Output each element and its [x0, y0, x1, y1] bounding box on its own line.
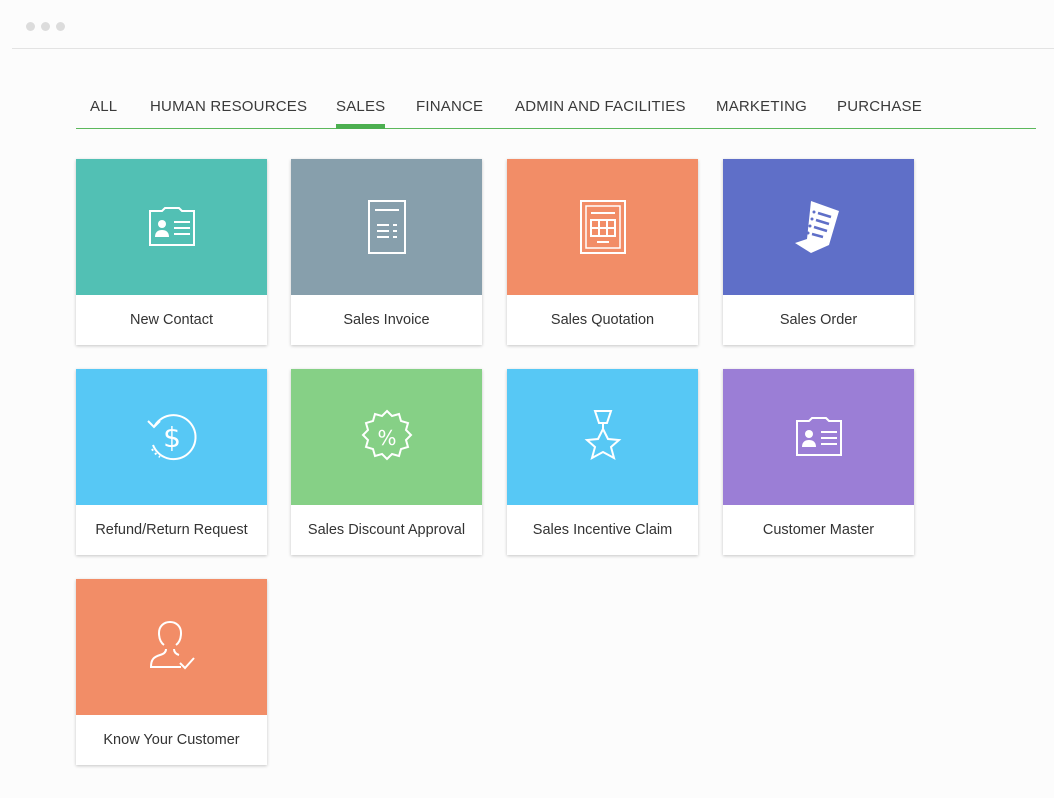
card-tile: $: [76, 369, 267, 505]
app-card-new-contact[interactable]: New Contact: [76, 159, 267, 345]
app-card-refund-return-request[interactable]: $ Refund/Return Request: [76, 369, 267, 555]
card-tile: [507, 369, 698, 505]
discount-badge-icon: %: [361, 409, 412, 461]
card-label: Sales Order: [779, 312, 858, 328]
app-card-sales-quotation[interactable]: Sales Quotation: [507, 159, 698, 345]
user-check-icon: [149, 620, 195, 670]
tab-purchase[interactable]: PURCHASE: [837, 96, 922, 128]
card-tile: [76, 159, 267, 295]
refund-dollar-icon: $: [146, 414, 197, 461]
window-dot-close[interactable]: [26, 22, 35, 31]
card-tile: %: [291, 369, 482, 505]
contact-card-icon: [148, 207, 195, 246]
tab-admin-and-facilities[interactable]: ADMIN AND FACILITIES: [515, 96, 686, 128]
card-tile: [723, 369, 914, 505]
card-label: Sales Quotation: [550, 312, 655, 328]
category-tabs: ALL HUMAN RESOURCES SALES FINANCE ADMIN …: [76, 96, 1036, 129]
tab-finance[interactable]: FINANCE: [416, 96, 483, 128]
window-controls: [26, 22, 65, 31]
card-tile: [291, 159, 482, 295]
tab-human-resources[interactable]: HUMAN RESOURCES: [150, 96, 307, 128]
tab-sales[interactable]: SALES: [336, 96, 386, 129]
app-card-sales-order[interactable]: Sales Order: [723, 159, 914, 345]
card-label: Customer Master: [762, 522, 875, 538]
card-tile: [76, 579, 267, 715]
tab-all[interactable]: ALL: [90, 96, 117, 128]
quotation-document-icon: [579, 200, 626, 254]
order-scroll-icon: [794, 201, 839, 253]
app-card-sales-discount-approval[interactable]: % Sales Discount Approval: [291, 369, 482, 555]
card-label: Sales Invoice: [343, 312, 430, 328]
card-tile: [723, 159, 914, 295]
svg-text:$: $: [163, 421, 181, 454]
card-label: Know Your Customer: [103, 732, 240, 748]
svg-text:%: %: [377, 426, 396, 450]
window-dot-maximize[interactable]: [56, 22, 65, 31]
card-tile: [507, 159, 698, 295]
customer-card-icon: [795, 417, 842, 456]
medal-star-icon: [584, 410, 621, 461]
card-label: New Contact: [129, 312, 213, 328]
window-dot-minimize[interactable]: [41, 22, 50, 31]
card-label: Sales Incentive Claim: [532, 522, 673, 538]
app-card-sales-incentive-claim[interactable]: Sales Incentive Claim: [507, 369, 698, 555]
card-label: Sales Discount Approval: [307, 522, 466, 538]
window-titlebar: [12, 0, 1054, 49]
app-card-know-your-customer[interactable]: Know Your Customer: [76, 579, 267, 765]
invoice-document-icon: [367, 200, 406, 254]
app-card-customer-master[interactable]: Customer Master: [723, 369, 914, 555]
card-label: Refund/Return Request: [95, 522, 248, 538]
app-card-sales-invoice[interactable]: Sales Invoice: [291, 159, 482, 345]
tab-marketing[interactable]: MARKETING: [716, 96, 807, 128]
